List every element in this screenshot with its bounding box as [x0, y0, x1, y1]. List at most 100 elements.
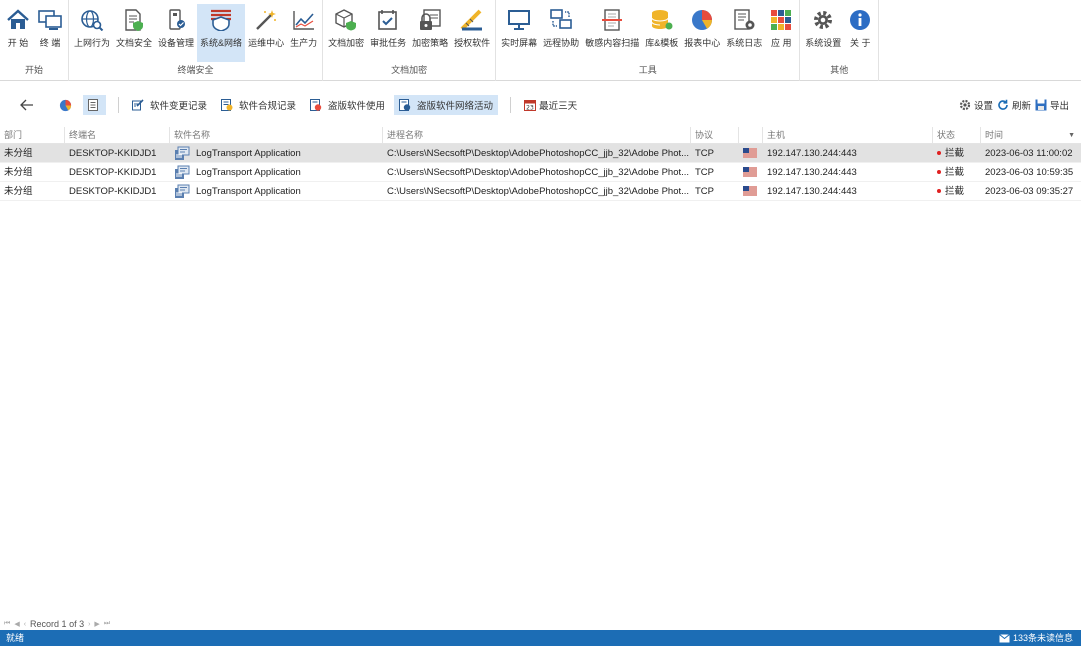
cell-host: 192.147.130.244:443 [767, 185, 857, 197]
refresh-icon [998, 99, 1008, 110]
next-button[interactable]: › [88, 621, 90, 628]
checkbox-icon [375, 7, 401, 33]
tab-software-change[interactable]: 软件变更记录 [127, 95, 212, 115]
us-flag-icon [743, 148, 757, 158]
unread-messages[interactable]: 133条未读信息 [999, 630, 1073, 646]
cell-software: LogTransport Application [170, 182, 383, 200]
export-label: 导出 [1049, 101, 1069, 112]
ribbon-button-label: 系统设置 [805, 38, 842, 48]
ribbon-button-remote[interactable]: 远程协助 [540, 4, 582, 62]
cell-host: 192.147.130.244:443 [767, 166, 857, 178]
ribbon-group-items: 开 始终 端 [0, 0, 68, 62]
header-label: 协议 [695, 130, 714, 140]
tab-pirated-network[interactable]: 盗版软件网络活动 [394, 95, 499, 115]
cell-process: C:\Users\NSecsoftP\Desktop\AdobePhotosho… [387, 166, 690, 178]
next-page-button[interactable]: ▶ [94, 620, 99, 628]
header-col-status[interactable]: 状态 [933, 127, 981, 143]
header-col-protocol[interactable]: 协议 [691, 127, 739, 143]
header-col-host[interactable]: 主机 [763, 127, 933, 143]
header-col-dept[interactable]: 部门 [0, 127, 65, 143]
ribbon-button-doc-security[interactable]: 文档安全 [113, 4, 155, 62]
date-range-button[interactable]: 23 最近三天 [519, 95, 582, 115]
apps-icon [768, 7, 794, 33]
ribbon-button-monitor[interactable]: 实时屏幕 [498, 4, 540, 62]
header-col-software[interactable]: 软件名称 [170, 127, 383, 143]
tab-label: 软件变更记录 [150, 101, 208, 112]
prev-button[interactable]: ‹ [24, 621, 26, 628]
cell-dept: 未分组 [4, 166, 33, 178]
toolbar: 软件变更记录 软件合规记录 盗版软件使用 盗版软件网络活动 23 最近三天 设置 刷新… [0, 91, 1081, 119]
toolbar-tabs: 软件变更记录 软件合规记录 盗版软件使用 盗版软件网络活动 [127, 95, 502, 115]
app-icon [174, 184, 190, 199]
export-button[interactable]: 导出 [1033, 95, 1071, 115]
ribbon-button-lock-doc[interactable]: 加密策略 [409, 4, 451, 62]
ribbon-button-firewall[interactable]: 系统&网络 [197, 4, 246, 62]
header-label: 进程名称 [387, 130, 424, 140]
ribbon-button-label: 系统&网络 [200, 38, 243, 48]
ribbon-button-terminal[interactable]: 终 端 [34, 4, 66, 62]
device-icon [163, 7, 189, 33]
cell-process: C:\Users\NSecsoftP\Desktop\AdobePhotosho… [387, 147, 690, 159]
ribbon-button-ruler[interactable]: 授权软件 [451, 4, 493, 62]
ribbon-button-home[interactable]: 开 始 [2, 4, 34, 62]
ribbon-button-log[interactable]: 系统日志 [723, 4, 765, 62]
ribbon-button-label: 文档加密 [328, 38, 365, 48]
settings-button[interactable]: 设置 [957, 95, 995, 115]
cell-time: 2023-06-03 09:35:27 [985, 185, 1074, 197]
header-col-time[interactable]: 时间 ▼ [981, 127, 1081, 143]
ribbon-button-web-behavior[interactable]: 上网行为 [71, 4, 113, 62]
ribbon-group: 实时屏幕 远程协助 敏感内容扫描 库&模板 报表中心 系统日志应 用工具 [496, 0, 801, 81]
ribbon-button-label: 应 用 [770, 38, 792, 48]
prev-page-button[interactable]: ◀ [14, 620, 19, 628]
cell-time: 2023-06-03 11:00:02 [985, 147, 1073, 159]
ribbon-button-scan[interactable]: 敏感内容扫描 [582, 4, 642, 62]
wand-icon [253, 7, 279, 33]
table-row[interactable]: 未分组 DESKTOP-KKIDJD1 LogTransport Applicati… [0, 144, 1081, 163]
ribbon-button-chart[interactable]: 生产力 [287, 4, 320, 62]
header-col-terminal[interactable]: 终端名 [65, 127, 170, 143]
ribbon-button-gear[interactable]: 系统设置 [802, 4, 844, 62]
software-name: LogTransport Application [196, 166, 301, 178]
cell-flag [739, 182, 763, 200]
ribbon-button-apps[interactable]: 应 用 [765, 4, 797, 62]
ribbon-button-database[interactable]: 库&模板 [642, 4, 681, 62]
refresh-label: 刷新 [1011, 101, 1031, 112]
list-view-button[interactable] [83, 95, 106, 115]
firewall-icon [208, 7, 234, 33]
ribbon-button-info[interactable]: 关 于 [844, 4, 876, 62]
status-text: 拦截 [945, 166, 965, 178]
cell-software: LogTransport Application [170, 144, 383, 162]
ribbon-button-device[interactable]: 设备管理 [155, 4, 197, 62]
last-page-button[interactable]: ⏭ [104, 620, 110, 628]
ribbon-button-pie[interactable]: 报表中心 [681, 4, 723, 62]
header-col-process[interactable]: 进程名称 [383, 127, 691, 143]
export-icon [1035, 99, 1047, 111]
ribbon-group-title: 工具 [638, 65, 657, 75]
tab-label: 盗版软件网络活动 [417, 101, 494, 112]
ribbon-button-label: 生产力 [290, 38, 318, 48]
status-dot-icon [937, 151, 941, 155]
cell-status: 拦截 [933, 163, 981, 181]
ribbon-button-label: 设备管理 [158, 38, 195, 48]
ribbon-button-wand[interactable]: 运维中心 [245, 4, 287, 62]
table-row[interactable]: 未分组 DESKTOP-KKIDJD1 LogTransport Applicati… [0, 182, 1081, 201]
ribbon-button-cube-shield[interactable]: 文档加密 [325, 4, 367, 62]
chart-view-button[interactable] [55, 95, 79, 115]
cell-process: C:\Users\NSecsoftP\Desktop\AdobePhotosho… [387, 185, 690, 197]
refresh-button[interactable]: 刷新 [995, 95, 1033, 115]
ribbon-group: 上网行为 文档安全 设备管理 系统&网络 运维中心 生产力 终端安全 [69, 0, 324, 81]
table-row[interactable]: 未分组 DESKTOP-KKIDJD1 LogTransport Applicati… [0, 163, 1081, 182]
cell-status: 拦截 [933, 182, 981, 200]
tab-software-compliance[interactable]: 软件合规记录 [216, 95, 301, 115]
back-button[interactable] [16, 95, 41, 115]
pirated-network-icon [399, 99, 414, 111]
cell-time: 2023-06-03 10:59:35 [985, 166, 1074, 178]
tab-pirated-software[interactable]: 盗版软件使用 [305, 95, 390, 115]
cell-flag [739, 144, 763, 162]
ribbon-button-checkbox[interactable]: 审批任务 [367, 4, 409, 62]
cell-protocol: TCP [695, 185, 714, 197]
first-page-button[interactable]: ⏮ [4, 620, 10, 628]
status-dot-icon [937, 189, 941, 193]
header-col-flag[interactable] [739, 127, 763, 143]
monitor-icon [506, 7, 532, 33]
